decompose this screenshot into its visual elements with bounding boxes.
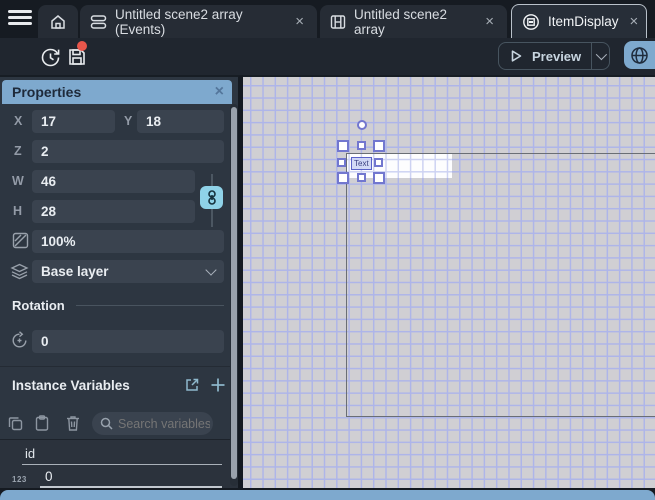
panel-scrollbar	[230, 104, 238, 486]
preview-dropdown-button[interactable]	[592, 48, 609, 61]
toolbar: Preview	[0, 38, 655, 75]
resize-handle-top-right[interactable]	[373, 140, 385, 152]
resize-handle-middle-left[interactable]	[337, 158, 346, 167]
h-field[interactable]	[32, 200, 195, 223]
close-icon[interactable]: ×	[215, 83, 224, 101]
search-variables-input[interactable]	[118, 416, 210, 431]
chain-link-icon	[206, 190, 218, 205]
tab-label: Untitled scene2 array	[354, 6, 448, 37]
x-field[interactable]	[32, 110, 115, 133]
variables-search	[92, 412, 213, 435]
unsaved-changes-badge	[77, 41, 87, 51]
tab-close-icon[interactable]: ×	[482, 13, 497, 30]
tab-label: Untitled scene2 array (Events)	[115, 6, 243, 37]
paste-icon[interactable]	[35, 415, 49, 431]
preview-button[interactable]: Preview	[498, 42, 610, 70]
play-icon	[509, 49, 523, 63]
tab-itemdisplay-active[interactable]: ItemDisplay ×	[511, 4, 647, 38]
divider	[76, 305, 224, 306]
underline	[22, 464, 222, 465]
variable-name-field[interactable]: id	[25, 446, 35, 461]
rotation-field[interactable]	[32, 330, 224, 353]
resize-handle-bottom-left[interactable]	[337, 172, 349, 184]
history-clock-icon	[39, 46, 62, 69]
events-sheet-icon	[90, 14, 107, 30]
copy-button[interactable]	[8, 416, 23, 431]
resize-handle-middle-right[interactable]	[374, 158, 383, 167]
history-button[interactable]	[37, 44, 63, 70]
resize-handle-bottom-right[interactable]	[373, 172, 385, 184]
x-label: X	[14, 114, 23, 128]
main-menu-button[interactable]	[8, 10, 32, 28]
lock-aspect-ratio-button[interactable]	[200, 186, 223, 209]
rotation-icon	[10, 331, 29, 350]
add-variable-button[interactable]	[210, 377, 226, 393]
properties-panel-header: Properties ×	[2, 80, 232, 104]
resize-handle-top-middle[interactable]	[357, 141, 366, 150]
globe-icon	[630, 46, 649, 65]
game-window-border	[346, 153, 655, 417]
scene-canvas[interactable]: Text	[243, 75, 655, 488]
tab-scene[interactable]: Untitled scene2 array ×	[320, 5, 507, 38]
chevron-down-icon	[205, 263, 217, 276]
opacity-field[interactable]	[32, 230, 224, 253]
bottom-panel-header[interactable]	[0, 490, 655, 500]
h-label: H	[13, 204, 23, 218]
external-layout-icon	[522, 13, 540, 31]
tab-home[interactable]	[38, 5, 78, 38]
variable-value-field[interactable]: 0	[45, 469, 53, 484]
bottom-panel	[0, 488, 655, 500]
chevron-down-icon	[596, 48, 608, 61]
panel-scrollbar-thumb[interactable]	[231, 107, 237, 479]
layer-select[interactable]: Base layer	[32, 260, 224, 283]
preview-label: Preview	[532, 48, 582, 64]
opacity-icon	[12, 232, 29, 249]
layer-value: Base layer	[41, 264, 109, 279]
share-globe-button[interactable]	[624, 41, 655, 69]
tab-close-icon[interactable]: ×	[292, 13, 307, 30]
open-in-editor-button[interactable]	[184, 377, 200, 393]
selected-text-object[interactable]: Text	[351, 157, 372, 170]
w-field[interactable]	[32, 170, 195, 193]
tab-bar: Untitled scene2 array (Events) × Untitle…	[0, 0, 655, 38]
divider	[0, 366, 238, 367]
z-field[interactable]	[32, 140, 224, 163]
editor-window: Untitled scene2 array (Events) × Untitle…	[0, 0, 655, 500]
tab-close-icon[interactable]: ×	[627, 13, 642, 30]
rotation-section-title: Rotation	[12, 298, 65, 313]
scene-icon	[330, 14, 346, 30]
y-field[interactable]	[137, 110, 224, 133]
layers-icon	[10, 262, 29, 281]
number-type-icon[interactable]: 123	[12, 475, 27, 484]
properties-panel: Properties × X Y Z W H	[0, 75, 243, 488]
hamburger-icon	[8, 10, 32, 13]
tab-label: ItemDisplay	[548, 14, 619, 29]
resize-handle-top-left[interactable]	[337, 140, 349, 152]
properties-title: Properties	[12, 84, 82, 100]
instance-variables-title: Instance Variables	[12, 377, 130, 393]
rotation-handle[interactable]	[357, 120, 367, 130]
y-label: Y	[124, 114, 133, 128]
search-icon	[100, 417, 113, 430]
tab-events-sheet[interactable]: Untitled scene2 array (Events) ×	[80, 5, 317, 38]
w-label: W	[12, 174, 24, 188]
trash-icon[interactable]	[66, 415, 80, 431]
home-icon	[49, 13, 67, 31]
z-label: Z	[14, 144, 22, 158]
resize-handle-bottom-middle[interactable]	[357, 173, 366, 182]
